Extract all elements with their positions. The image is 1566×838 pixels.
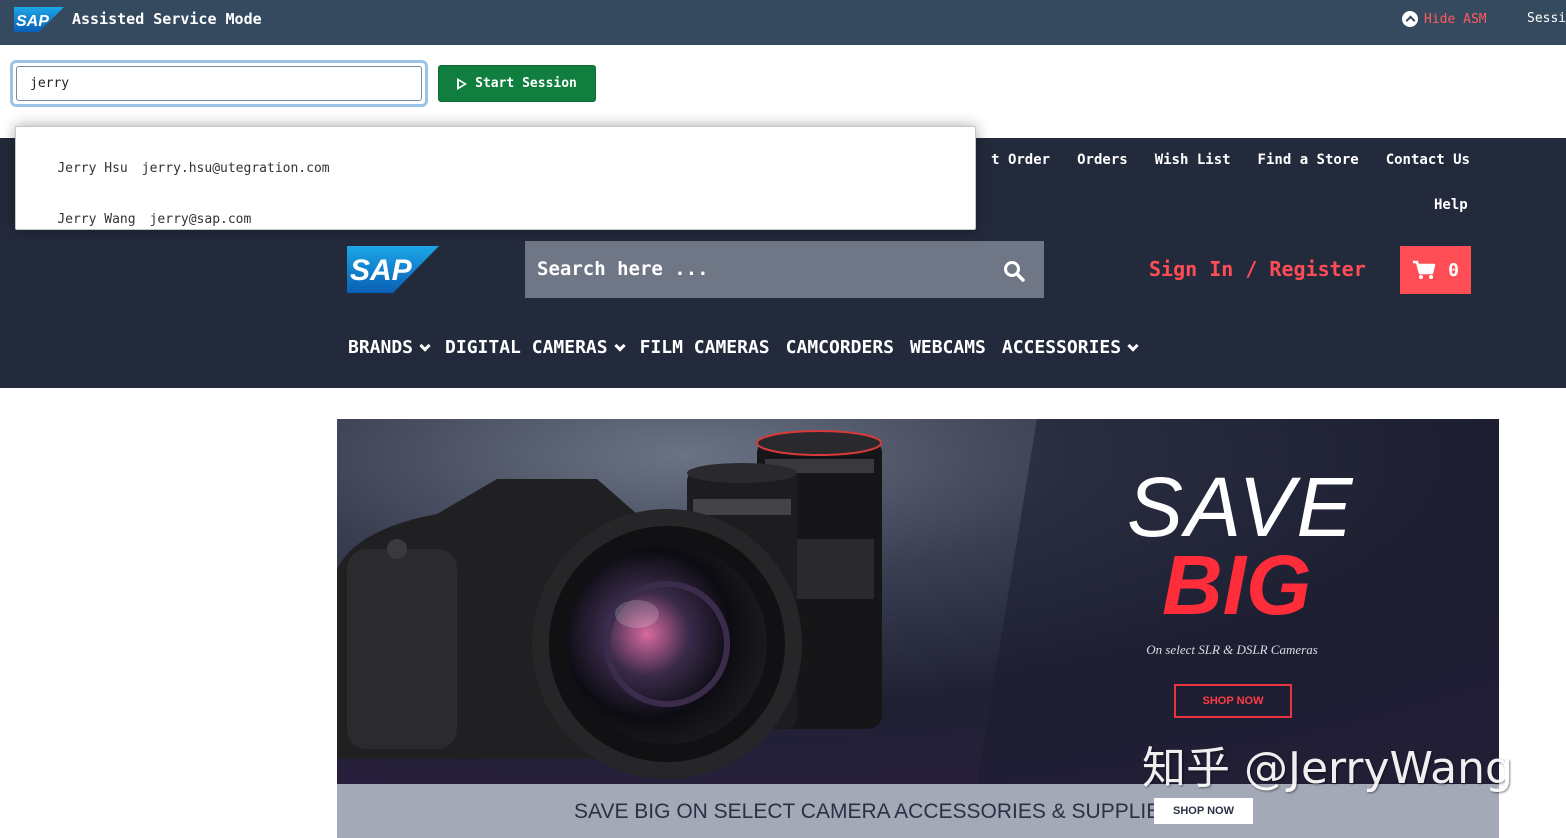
site-search-input[interactable]	[537, 251, 977, 287]
sap-logo-icon: SAP	[14, 7, 64, 32]
cart-icon	[1413, 260, 1436, 279]
util-link-contact-us[interactable]: Contact Us	[1386, 152, 1470, 168]
hide-asm-label: Hide ASM	[1424, 11, 1487, 27]
util-link-wish-list[interactable]: Wish List	[1155, 152, 1231, 168]
asm-title: Assisted Service Mode	[72, 10, 262, 28]
svg-text:SAP: SAP	[16, 13, 49, 30]
promo-strip-text: SAVE BIG ON SELECT CAMERA ACCESSORIES & …	[574, 800, 1175, 823]
sap-logo-icon[interactable]: SAP	[347, 246, 439, 293]
start-session-button[interactable]: Start Session	[438, 65, 596, 102]
customer-suggestions: Jerry Hsu jerry.hsu@utegration.com Jerry …	[15, 126, 976, 230]
suggestion-name: Jerry Hsu	[57, 161, 128, 176]
suggestion-name: Jerry Wang	[57, 212, 136, 227]
watermark: 知乎 @JerryWang	[1142, 743, 1513, 794]
nav-label: ACCESSORIES	[1001, 337, 1122, 358]
chevron-down-icon	[419, 339, 431, 352]
nav-digital-cameras[interactable]: DIGITAL CAMERAS	[445, 337, 626, 358]
suggestion-email: jerry.hsu@utegration.com	[141, 161, 330, 176]
util-link-help[interactable]: Help	[1434, 197, 1468, 213]
banner-headline-big: BIG	[1162, 538, 1312, 632]
svg-text:SAP: SAP	[350, 254, 413, 287]
customer-search-wrapper	[10, 60, 428, 107]
sign-in-register-link[interactable]: Sign In / Register	[1149, 257, 1366, 281]
site-search-box	[525, 241, 1044, 298]
banner-subtitle: On select SLR & DSLR Cameras	[1146, 642, 1318, 657]
util-link-find-store[interactable]: Find a Store	[1258, 152, 1359, 168]
nav-brands[interactable]: BRANDS	[348, 337, 431, 358]
nav-label: BRANDS	[348, 337, 414, 358]
start-session-label: Start Session	[475, 76, 577, 91]
chevron-down-icon	[613, 339, 626, 352]
chevron-up-circle-icon	[1402, 11, 1418, 27]
nav-label: CAMCORDERS	[785, 337, 895, 358]
nav-label: FILM CAMERAS	[639, 337, 770, 358]
suggestion-item[interactable]: Jerry Hsu jerry.hsu@utegration.com	[26, 146, 330, 191]
nav-film-cameras[interactable]: FILM CAMERAS	[640, 337, 770, 358]
nav-label: WEBCAMS	[910, 337, 986, 358]
banner-shop-now-button[interactable]: SHOP NOW	[1174, 684, 1292, 718]
main-nav: BRANDS DIGITAL CAMERAS FILM CAMERAS CAMC…	[348, 337, 1139, 358]
search-icon[interactable]	[1003, 260, 1025, 282]
chevron-down-icon	[1127, 339, 1139, 352]
asm-toolbar: SAP Assisted Service Mode Hide ASM Sessi	[0, 0, 1566, 45]
nav-label: DIGITAL CAMERAS	[445, 337, 608, 358]
utility-nav: t Order Orders Wish List Find a Store Co…	[991, 152, 1470, 168]
suggestion-item[interactable]: Jerry Wang jerry@sap.com	[26, 197, 251, 242]
nav-webcams[interactable]: WEBCAMS	[910, 337, 986, 358]
nav-accessories[interactable]: ACCESSORIES	[1001, 337, 1139, 358]
cart-button[interactable]: 0	[1400, 246, 1471, 294]
cart-count: 0	[1448, 259, 1459, 281]
promo-shop-now-button[interactable]: SHOP NOW	[1154, 798, 1253, 824]
suggestion-email: jerry@sap.com	[149, 212, 252, 227]
util-link-quick-order[interactable]: t Order	[991, 152, 1050, 168]
nav-camcorders[interactable]: CAMCORDERS	[786, 337, 894, 358]
customer-search-input[interactable]	[16, 66, 422, 101]
util-link-orders[interactable]: Orders	[1077, 152, 1128, 168]
play-icon	[457, 77, 468, 90]
asm-session-link[interactable]: Sessi	[1527, 11, 1566, 26]
hide-asm-button[interactable]: Hide ASM	[1402, 11, 1487, 27]
